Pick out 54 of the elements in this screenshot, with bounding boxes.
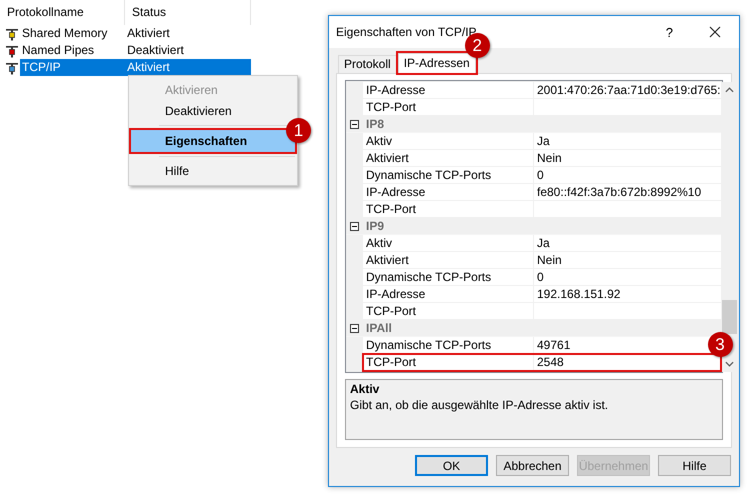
group-title: IP8 <box>365 117 384 131</box>
property-name[interactable]: IP-Adresse <box>363 82 534 98</box>
property-name[interactable]: IP-Adresse <box>363 286 534 302</box>
property-name[interactable]: Aktiviert <box>363 252 534 268</box>
collapse-icon[interactable] <box>350 324 359 332</box>
scroll-up-icon[interactable] <box>724 87 734 93</box>
collapse-icon[interactable] <box>350 222 359 230</box>
close-icon[interactable] <box>709 26 721 38</box>
protocol-name[interactable]: Shared Memory <box>20 25 126 42</box>
scroll-thumb[interactable] <box>722 300 737 334</box>
description-text: Gibt an, ob die ausgewählte IP-Adresse aktiv ist. <box>350 397 608 414</box>
property-value: 0 <box>537 270 544 284</box>
column-header[interactable]: Status <box>125 0 251 25</box>
scroll-down-icon[interactable] <box>724 361 734 367</box>
help-button[interactable]: ? <box>666 24 673 40</box>
column-header[interactable]: Protokollname <box>0 0 125 25</box>
property-value: 0 <box>537 168 544 182</box>
description-title: Aktiv <box>350 382 380 397</box>
property-value: 49761 <box>537 338 570 352</box>
group-title: IPAll <box>365 321 392 335</box>
protocol-name[interactable]: TCP/IP <box>20 59 126 76</box>
protocol-name[interactable]: Named Pipes <box>20 42 126 59</box>
property-name[interactable]: TCP-Port <box>363 354 534 370</box>
property-value: Nein <box>537 253 562 267</box>
protocol-status: Deaktiviert <box>126 42 185 59</box>
property-value: 192.168.151.92 <box>537 287 620 301</box>
dialog-button[interactable]: Abbrechen <box>496 455 569 476</box>
protocol-status: Aktiviert <box>126 25 171 42</box>
dialog-button[interactable]: OK <box>415 455 488 476</box>
property-value: Ja <box>537 236 550 250</box>
plug-icon <box>5 60 19 74</box>
property-name[interactable]: Aktiv <box>363 235 534 251</box>
plug-icon <box>5 44 19 58</box>
property-name[interactable]: IP-Adresse <box>363 184 534 200</box>
property-value: 2001:470:26:7aa:71d0:3e19:d765: <box>537 83 721 97</box>
property-value: Nein <box>537 151 562 165</box>
property-name[interactable]: Dynamische TCP-Ports <box>363 269 534 285</box>
property-value: fe80::f42f:3a7b:672b:8992%10 <box>537 185 702 199</box>
step-badge: 1 <box>286 118 311 143</box>
property-name[interactable]: Aktiviert <box>363 150 534 166</box>
menu-item[interactable]: Deaktivieren <box>131 101 295 121</box>
property-value: 2548 <box>537 355 564 369</box>
property-name[interactable]: Aktiv <box>363 133 534 149</box>
protocol-status: Aktiviert <box>125 59 251 76</box>
property-value: Ja <box>537 134 550 148</box>
property-name[interactable]: Dynamische TCP-Ports <box>363 167 534 183</box>
tab[interactable]: IP-Adressen <box>398 53 476 73</box>
menu-item[interactable]: Eigenschaften <box>131 130 295 152</box>
menu-item[interactable]: Hilfe <box>131 161 295 181</box>
plug-icon <box>5 26 19 40</box>
group-title: IP9 <box>365 219 384 233</box>
dialog-button[interactable]: Hilfe <box>658 455 731 476</box>
tab[interactable]: Protokoll <box>338 55 397 73</box>
collapse-icon[interactable] <box>350 120 359 128</box>
